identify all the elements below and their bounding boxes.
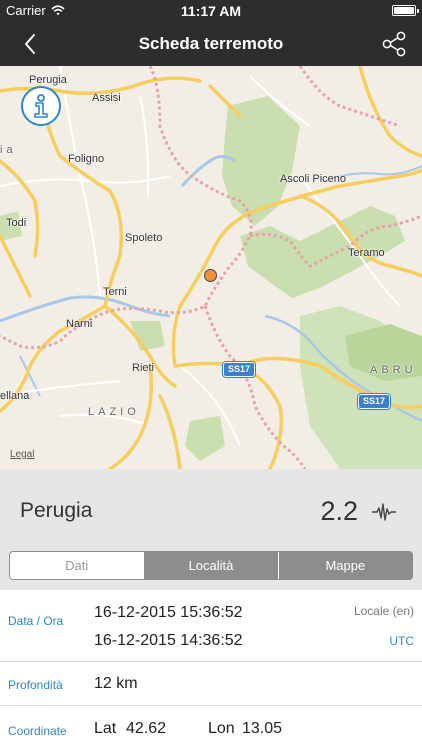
- road-shield-ss17: SS17: [358, 394, 390, 409]
- map-label-terni: Terni: [103, 286, 127, 298]
- map-label-foligno: Foligno: [68, 153, 105, 165]
- map-label-rieti: Rieti: [132, 362, 155, 374]
- tab-localita[interactable]: Località: [143, 552, 277, 579]
- share-button[interactable]: [378, 28, 410, 60]
- utc-timezone-tag: UTC: [389, 634, 414, 648]
- info-icon: [34, 94, 48, 118]
- share-icon: [382, 31, 406, 57]
- map-label-teramo: Teramo: [348, 247, 385, 259]
- page-title: Scheda terremoto: [138, 34, 284, 53]
- map-label-lazio: LAZIO: [88, 406, 140, 418]
- lat-value: 42.62: [126, 720, 167, 737]
- event-magnitude: 2.2: [320, 496, 358, 526]
- depth-row: Profondità 12 km: [0, 662, 422, 706]
- navigation-bar: Scheda terremoto: [0, 22, 422, 66]
- map-label-abruzzo: ABRU: [370, 364, 417, 376]
- map-label-narni: Narni: [66, 318, 93, 330]
- back-button[interactable]: [14, 28, 46, 60]
- lat-label: Lat: [94, 720, 117, 737]
- depth-value: 12 km: [94, 675, 138, 692]
- status-bar: Carrier 11:17 AM: [0, 0, 422, 22]
- map-label-spoleto: Spoleto: [125, 232, 163, 244]
- lon-value: 13.05: [242, 720, 283, 737]
- coordinates-label: Coordinate: [8, 724, 67, 738]
- tab-mappe[interactable]: Mappe: [277, 552, 412, 579]
- lon-label: Lon: [208, 720, 235, 737]
- coordinates-row: Coordinate Lat 42.62 Lon 13.05: [0, 706, 422, 750]
- seismogram-icon: [372, 503, 396, 521]
- detail-tabs: Dati Località Mappe: [9, 551, 413, 580]
- event-summary: Perugia 2.2 Dati Località Mappe: [0, 469, 422, 590]
- status-time: 11:17 AM: [180, 3, 242, 19]
- event-details: Data / Ora 16-12-2015 15:36:52 Locale (e…: [0, 590, 422, 750]
- datetime-label: Data / Ora: [8, 614, 64, 628]
- map-label-ascoli-piceno: Ascoli Piceno: [280, 173, 347, 185]
- local-timezone-tag: Locale (en): [353, 604, 414, 618]
- map-label-todi: Todi: [6, 217, 27, 229]
- map-label-perugia: Perugia: [29, 74, 67, 86]
- map-label-partial-town: ellana: [0, 390, 30, 402]
- local-datetime: 16-12-2015 15:36:52: [94, 604, 243, 621]
- map-label-assisi: Assisi: [92, 92, 121, 104]
- map-legal-link[interactable]: Legal: [10, 449, 34, 460]
- road-shield-ss17: SS17: [223, 362, 255, 377]
- earthquake-marker[interactable]: [204, 269, 217, 282]
- depth-label: Profondità: [8, 678, 63, 692]
- earthquake-map[interactable]: Perugia Assisi Foligno Todi Spoleto Tern…: [0, 66, 422, 469]
- map-info-button[interactable]: [21, 86, 61, 126]
- map-label-partial-region: ia: [0, 144, 17, 156]
- battery-icon: [392, 5, 419, 16]
- event-place: Perugia: [20, 499, 93, 522]
- utc-datetime: 16-12-2015 14:36:52: [94, 632, 243, 649]
- tab-dati[interactable]: Dati: [10, 552, 144, 579]
- datetime-row: Data / Ora 16-12-2015 15:36:52 Locale (e…: [0, 590, 422, 662]
- chevron-left-icon: [25, 34, 35, 54]
